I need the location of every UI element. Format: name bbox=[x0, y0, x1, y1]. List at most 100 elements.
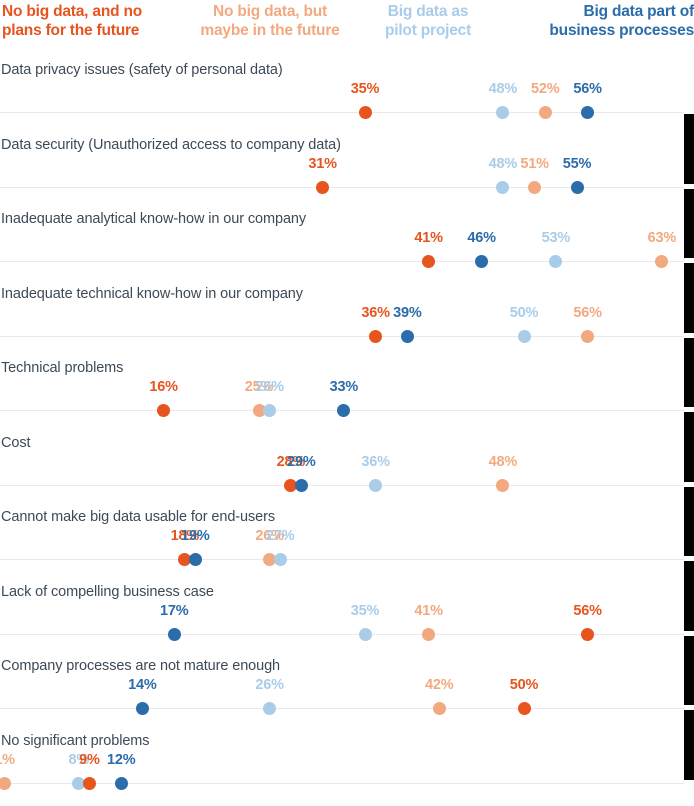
legend-label-line2: business processes bbox=[549, 22, 694, 39]
data-point-value-label: 56% bbox=[573, 304, 602, 321]
chart-row: No significant problems1%8%9%12% bbox=[0, 727, 694, 802]
data-point-maybe_future[interactable] bbox=[496, 478, 510, 492]
row-axis-line bbox=[0, 261, 684, 262]
data-point-value-label: 27% bbox=[265, 528, 295, 544]
legend-label-line1: No big data, but bbox=[213, 3, 327, 20]
data-point-value-label: 56% bbox=[573, 602, 602, 619]
legend-item-business-processes: Big data part of business processes bbox=[524, 2, 694, 40]
data-point-maybe_future[interactable] bbox=[422, 627, 436, 641]
data-point-value-label: 51% bbox=[520, 155, 549, 172]
data-point-no_plans[interactable] bbox=[517, 702, 531, 715]
data-point-maybe_future[interactable] bbox=[432, 702, 446, 715]
data-point-pilot[interactable] bbox=[263, 404, 277, 417]
legend-label-line1: Big data part of bbox=[583, 3, 694, 20]
data-point-value-label: 12% bbox=[106, 751, 136, 768]
row-category-label: Inadequate technical know-how in our com… bbox=[1, 285, 303, 302]
data-point-pilot[interactable] bbox=[369, 478, 383, 492]
row-category-label: Lack of compelling business case bbox=[1, 583, 214, 600]
data-point-value-label: 35% bbox=[350, 602, 380, 619]
data-point-value-label: 17% bbox=[159, 602, 189, 619]
data-point-value-label: 56% bbox=[573, 81, 602, 97]
row-axis-line bbox=[0, 782, 684, 784]
legend-item-no-plans: No big data, and no plans for the future bbox=[2, 2, 168, 40]
chart-row: Cannot make big data usable for end-user… bbox=[0, 503, 694, 578]
data-point-pilot[interactable] bbox=[496, 180, 510, 194]
data-point-no_plans[interactable] bbox=[369, 329, 383, 343]
data-point-value-label: 50% bbox=[509, 304, 539, 321]
edge-bar-segment bbox=[684, 188, 694, 258]
row-axis-line bbox=[0, 708, 684, 709]
chart-row: Company processes are not mature enough 1… bbox=[0, 652, 694, 727]
data-point-maybe_future[interactable] bbox=[528, 180, 542, 194]
data-point-pilot[interactable] bbox=[358, 627, 372, 641]
chart-legend: No big data, and no plans for the future… bbox=[0, 0, 694, 48]
dot-plot-chart: No big data, and no plans for the future… bbox=[0, 0, 694, 806]
chart-row: Lack of compelling business case 17% 35% 41… bbox=[0, 578, 694, 653]
data-point-value-label: 48% bbox=[488, 453, 518, 470]
data-point-business_processes[interactable] bbox=[581, 106, 595, 119]
legend-label-line2: maybe in the future bbox=[200, 22, 340, 39]
data-point-no_plans[interactable] bbox=[157, 404, 171, 417]
legend-label-line1: Big data as bbox=[387, 3, 469, 20]
data-point-value-label: 26% bbox=[255, 677, 284, 693]
chart-row: Cost 28% 29% 36% 48% bbox=[0, 429, 694, 504]
data-point-value-label: 14% bbox=[128, 677, 157, 693]
data-point-value-label: 53% bbox=[541, 230, 571, 246]
edge-bar-segment bbox=[684, 710, 694, 780]
row-category-label: Company processes are not mature enough bbox=[1, 658, 281, 674]
data-point-business_processes[interactable] bbox=[114, 776, 128, 790]
data-point-value-label: 36% bbox=[361, 453, 390, 470]
data-point-maybe_future[interactable] bbox=[655, 255, 669, 268]
data-point-value-label: 35% bbox=[350, 81, 380, 97]
data-point-pilot[interactable] bbox=[263, 702, 277, 715]
legend-label-line1: No big data, and no bbox=[2, 3, 142, 20]
data-point-value-label: 36% bbox=[361, 304, 390, 321]
edge-bar-segment bbox=[684, 486, 694, 556]
row-category-label: Cost bbox=[1, 434, 31, 451]
data-point-value-label: 39% bbox=[393, 304, 422, 321]
data-point-business_processes[interactable] bbox=[167, 627, 181, 641]
data-point-value-label: 48% bbox=[488, 155, 518, 172]
chart-row: Inadequate technical know-how in our com… bbox=[0, 280, 694, 355]
chart-row: Technical problems 16% 25% 26% 33% bbox=[0, 354, 694, 429]
edge-bar-segment bbox=[684, 635, 694, 705]
data-point-value-label: 29% bbox=[287, 453, 316, 470]
data-point-pilot[interactable] bbox=[549, 255, 563, 268]
data-point-business_processes[interactable] bbox=[337, 404, 351, 417]
row-axis-line bbox=[0, 559, 684, 560]
edge-bar-segment bbox=[684, 337, 694, 407]
data-point-business_processes[interactable] bbox=[188, 553, 202, 566]
row-category-label: No significant problems bbox=[1, 732, 150, 749]
edge-bar-segment bbox=[684, 412, 694, 482]
data-point-business_processes[interactable] bbox=[294, 478, 308, 492]
chart-row: Data privacy issues (safety of personal … bbox=[0, 56, 694, 131]
data-point-no_plans[interactable] bbox=[358, 106, 372, 119]
chart-row: Data security (Unauthorized access to co… bbox=[0, 131, 694, 206]
row-axis-line bbox=[0, 484, 684, 486]
data-point-value-label: 9% bbox=[79, 751, 100, 768]
data-point-maybe_future[interactable] bbox=[0, 776, 12, 790]
data-point-maybe_future[interactable] bbox=[581, 329, 595, 343]
data-point-no_plans[interactable] bbox=[316, 180, 330, 194]
data-point-business_processes[interactable] bbox=[475, 255, 489, 268]
chart-row: Inadequate analytical know-how in our co… bbox=[0, 205, 694, 280]
data-point-no_plans[interactable] bbox=[422, 255, 436, 268]
data-point-pilot[interactable] bbox=[517, 329, 531, 343]
data-point-value-label: 46% bbox=[467, 230, 496, 246]
data-point-value-label: 26% bbox=[255, 379, 284, 395]
row-category-label: Cannot make big data usable for end-user… bbox=[1, 509, 275, 525]
data-point-value-label: 48% bbox=[488, 81, 518, 97]
data-point-value-label: 41% bbox=[414, 230, 443, 246]
data-point-no_plans[interactable] bbox=[82, 776, 96, 790]
data-point-business_processes[interactable] bbox=[135, 702, 149, 715]
row-category-label: Inadequate analytical know-how in our co… bbox=[1, 211, 307, 227]
data-point-value-label: 1% bbox=[0, 751, 15, 768]
data-point-value-label: 19% bbox=[181, 528, 210, 544]
data-point-pilot[interactable] bbox=[273, 553, 287, 566]
data-point-business_processes[interactable] bbox=[570, 180, 584, 194]
data-point-pilot[interactable] bbox=[496, 106, 510, 119]
row-category-label: Technical problems bbox=[1, 360, 124, 376]
data-point-no_plans[interactable] bbox=[581, 627, 595, 641]
data-point-maybe_future[interactable] bbox=[538, 106, 552, 119]
data-point-business_processes[interactable] bbox=[400, 329, 414, 343]
